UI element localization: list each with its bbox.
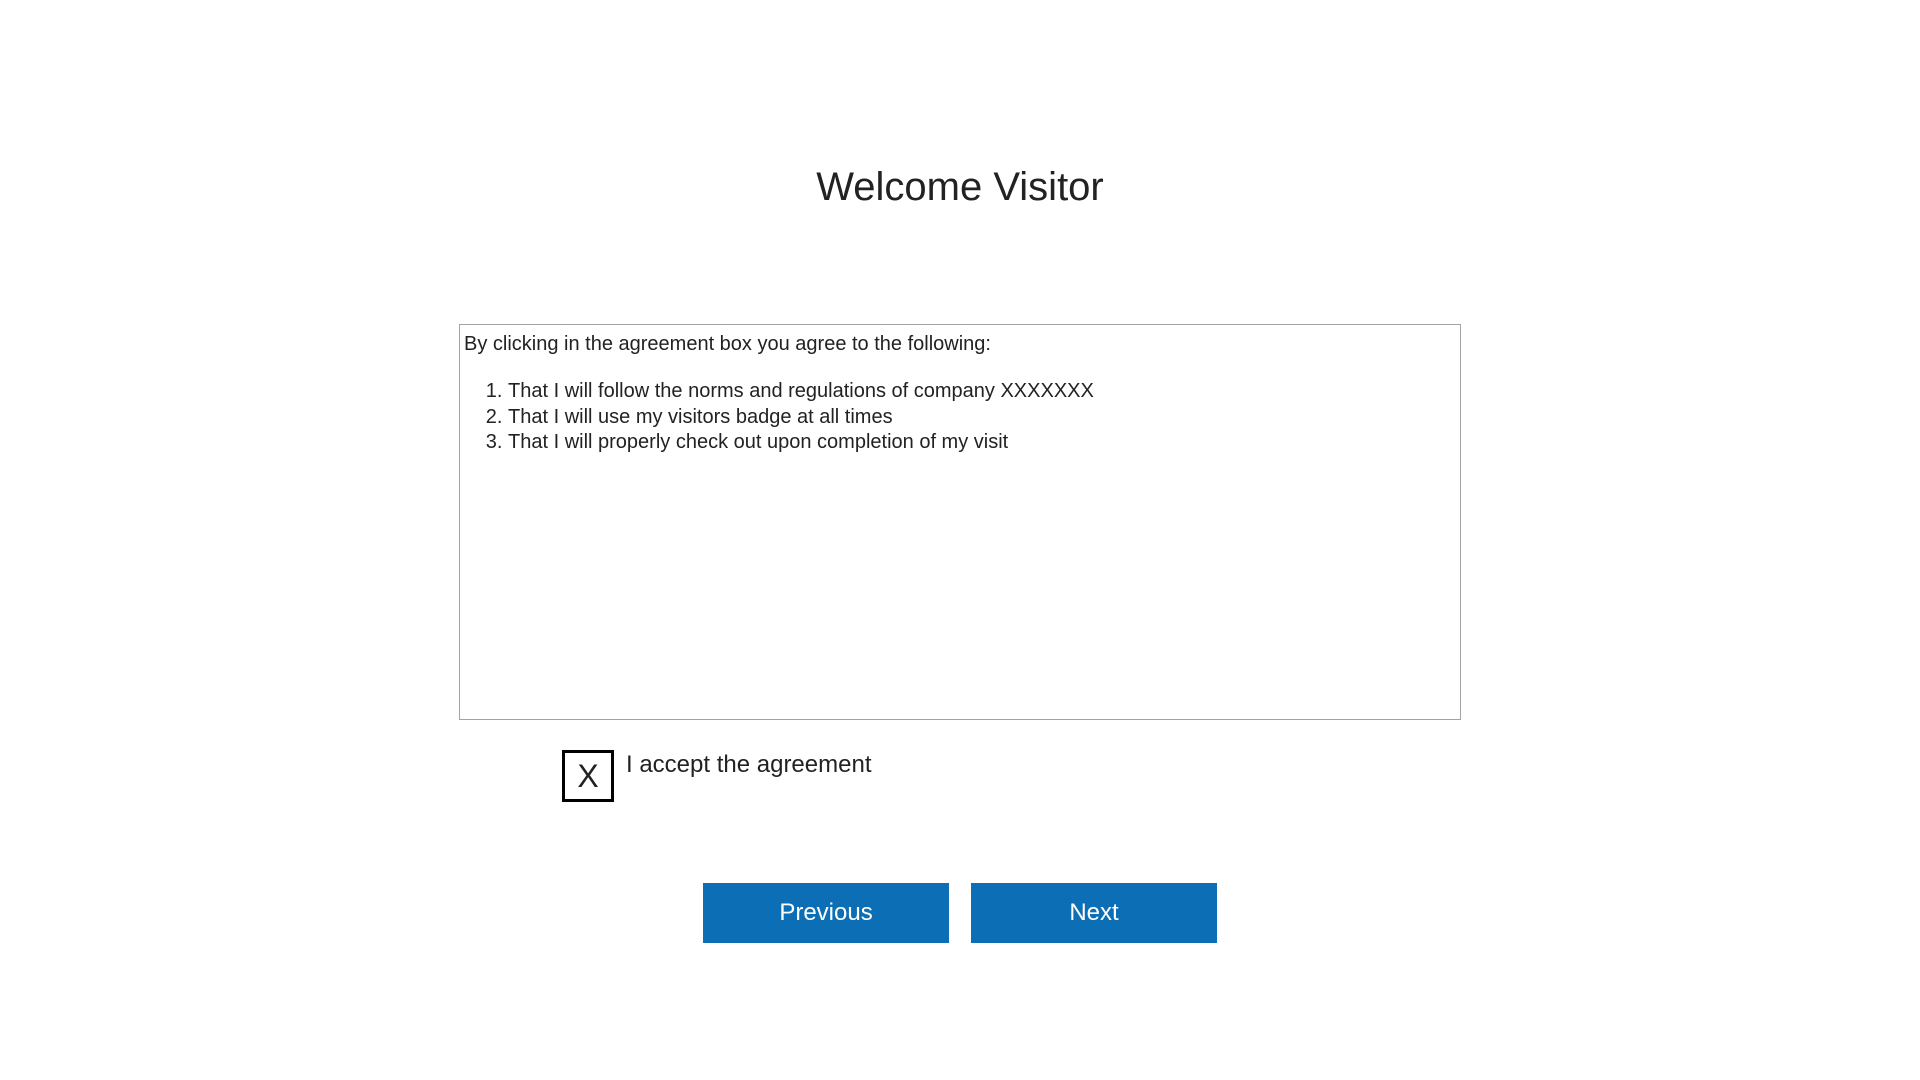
next-button[interactable]: Next xyxy=(971,883,1217,943)
accept-checkbox[interactable]: X xyxy=(562,750,614,802)
page-title: Welcome Visitor xyxy=(816,165,1104,210)
accept-label: I accept the agreement xyxy=(626,752,871,778)
agreement-item: That I will properly check out upon comp… xyxy=(508,430,1456,456)
visitor-agreement-page: Welcome Visitor By clicking in the agree… xyxy=(0,0,1920,943)
navigation-buttons: Previous Next xyxy=(703,883,1217,943)
agreement-text-box: By clicking in the agreement box you agr… xyxy=(459,324,1461,720)
agreement-item: That I will use my visitors badge at all… xyxy=(508,405,1456,431)
accept-row: X I accept the agreement xyxy=(459,750,1461,802)
agreement-intro-text: By clicking in the agreement box you agr… xyxy=(464,331,1456,357)
agreement-item: That I will follow the norms and regulat… xyxy=(508,379,1456,405)
agreement-list: That I will follow the norms and regulat… xyxy=(464,379,1456,456)
previous-button[interactable]: Previous xyxy=(703,883,949,943)
